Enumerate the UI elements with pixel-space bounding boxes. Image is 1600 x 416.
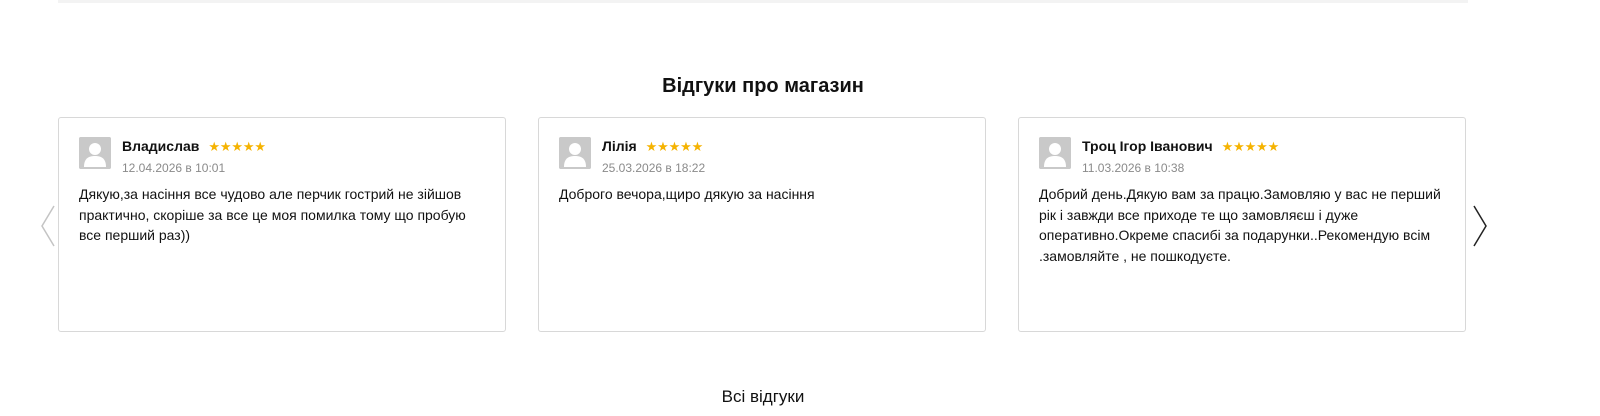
star-icon: ★ bbox=[668, 140, 681, 155]
avatar bbox=[79, 137, 111, 169]
star-icon: ★ bbox=[680, 140, 692, 155]
review-author: Владислав bbox=[122, 138, 200, 154]
review-date: 11.03.2026 в 10:38 bbox=[1082, 161, 1185, 175]
rating-stars: ★ ★ ★ ★ ★ bbox=[1222, 141, 1280, 154]
review-author: Троц Ігор Іванович bbox=[1082, 138, 1213, 154]
user-avatar-icon bbox=[1039, 137, 1071, 169]
review-text: Доброго вечора,щиро дякую за насіння bbox=[559, 186, 815, 202]
star-icon: ★ bbox=[231, 140, 244, 155]
star-icon: ★ bbox=[254, 140, 267, 155]
user-avatar-icon bbox=[79, 137, 111, 169]
star-icon: ★ bbox=[1256, 140, 1268, 155]
rating-stars: ★ ★ ★ ★ ★ bbox=[208, 141, 266, 154]
review-text: Дякую,за насіння все чудово але перчик г… bbox=[79, 186, 466, 243]
star-icon: ★ bbox=[242, 140, 255, 155]
chevron-left-icon bbox=[41, 205, 55, 247]
star-icon: ★ bbox=[645, 140, 658, 155]
avatar bbox=[559, 137, 591, 169]
review-text: Добрий день.Дякую вам за працю.Замовляю … bbox=[1039, 186, 1441, 264]
review-card: Троц Ігор Іванович ★ ★ ★ ★ ★ 11.03.2026 … bbox=[1018, 117, 1466, 332]
star-icon: ★ bbox=[691, 140, 704, 155]
star-icon: ★ bbox=[1244, 140, 1257, 155]
all-reviews-link[interactable]: Всі відгуки bbox=[722, 387, 805, 406]
carousel-next-button[interactable] bbox=[1470, 204, 1490, 248]
star-icon: ★ bbox=[1221, 140, 1234, 155]
top-divider bbox=[58, 0, 1468, 3]
star-icon: ★ bbox=[1267, 140, 1280, 155]
star-icon: ★ bbox=[1233, 140, 1245, 155]
all-reviews-section: Всі відгуки bbox=[0, 386, 1526, 408]
avatar bbox=[1039, 137, 1071, 169]
chevron-right-icon bbox=[1473, 205, 1487, 247]
review-date: 25.03.2026 в 18:22 bbox=[602, 161, 706, 175]
star-icon: ★ bbox=[657, 140, 669, 155]
rating-stars: ★ ★ ★ ★ ★ bbox=[646, 141, 704, 154]
section-title: Відгуки про магазин bbox=[662, 75, 864, 97]
star-icon: ★ bbox=[208, 140, 221, 155]
carousel-prev-button[interactable] bbox=[38, 204, 58, 248]
user-avatar-icon bbox=[559, 137, 591, 169]
review-card: Владислав ★ ★ ★ ★ ★ 12.04.2026 в 10:01 Д… bbox=[58, 117, 506, 332]
review-date: 12.04.2026 в 10:01 bbox=[122, 161, 226, 175]
review-card: Лілія ★ ★ ★ ★ ★ 25.03.2026 в 18:22 Добро… bbox=[538, 117, 986, 332]
star-icon: ★ bbox=[219, 140, 232, 155]
review-author: Лілія bbox=[602, 138, 637, 154]
